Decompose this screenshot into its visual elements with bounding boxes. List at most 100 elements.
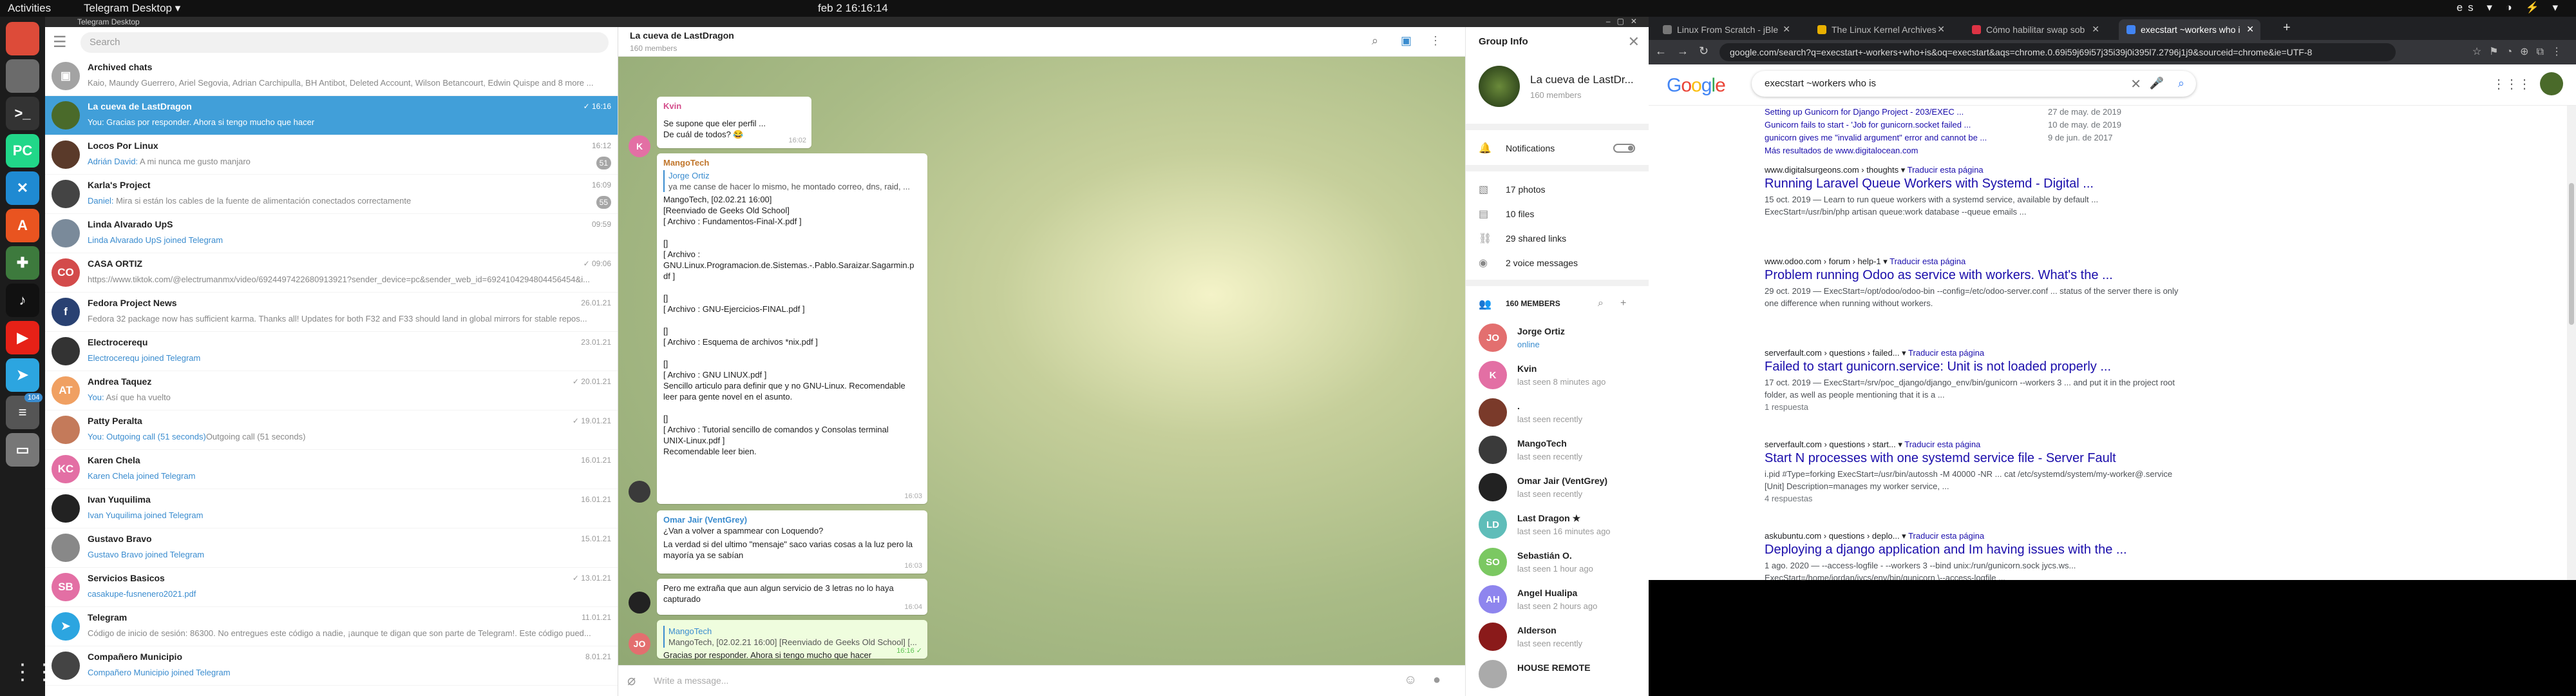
chat-item[interactable]: Compañero Municipio 8.01.21 Compañero Muni… [45, 646, 618, 686]
browser-tab[interactable]: Cómo habilitar swap sob ✕ [1964, 19, 2106, 40]
search-input[interactable]: Search [80, 32, 609, 53]
navigation-buttons[interactable]: ←→↻ [1655, 44, 1719, 58]
hamburger-menu-icon[interactable]: ☰ [53, 33, 67, 52]
member-item[interactable]: . last seen recently [1466, 393, 1649, 430]
message-bubble[interactable]: Pero me extraña que aun algun servicio d… [657, 579, 927, 615]
chat-item[interactable]: ➤ Telegram 11.01.21 Código de inicio de ses… [45, 607, 618, 646]
translate-link[interactable]: Traducir esta página [1908, 531, 1984, 541]
app-menu[interactable]: Telegram Desktop ▾ [84, 2, 180, 15]
browser-tab[interactable]: Linux From Scratch - jBle ✕ [1655, 19, 1797, 40]
avatar[interactable]: JO [629, 633, 650, 655]
address-bar[interactable]: google.com/search?q=execstart+-workers+w… [1719, 43, 2396, 61]
result-url[interactable]: www.digitalsurgeons.com › thoughts ▾ Tra… [1765, 165, 2183, 175]
member-item[interactable]: MangoTech last seen recently [1466, 430, 1649, 468]
message-bubble[interactable]: Kvin Se supone que eler perfil ... De cu… [657, 97, 811, 148]
info-panel-icon[interactable]: ▣ [1401, 34, 1412, 48]
search-icon[interactable]: ⌕ [2178, 77, 2184, 90]
chat-item[interactable]: Gustavo Bravo 15.01.21 Gustavo Bravo joine… [45, 528, 618, 568]
member-item[interactable]: JO Jorge Ortiz online [1466, 318, 1649, 356]
youtube-icon[interactable]: ▶ [6, 321, 39, 354]
search-icon[interactable]: ⌕ [1372, 34, 1378, 48]
result-url[interactable]: www.odoo.com › forum › help-1 ▾ Traducir… [1765, 256, 2183, 267]
terminal-icon[interactable]: >_ [6, 97, 39, 130]
outgoing-message-bubble[interactable]: MangoTech MangoTech, [02.02.21 16:00] [R… [657, 620, 927, 660]
avatar[interactable] [629, 592, 650, 614]
clock[interactable]: feb 2 16:16:14 [818, 2, 888, 15]
tiktok-icon[interactable]: ♪ [6, 284, 39, 317]
files-row[interactable]: ▤ 10 files [1466, 202, 1649, 226]
activities-button[interactable]: Activities [8, 2, 51, 15]
result-title[interactable]: Failed to start gunicorn.service: Unit i… [1765, 360, 2183, 374]
group-avatar[interactable] [1479, 66, 1520, 107]
notifications-row[interactable]: 🔔 Notifications [1466, 137, 1649, 160]
sitelink[interactable]: Setting up Gunicorn for Django Project -… [1765, 106, 2183, 119]
microphone-icon[interactable]: ● [1433, 673, 1441, 688]
chrome-icon[interactable] [6, 22, 39, 55]
chat-item[interactable]: f Fedora Project News 26.01.21 Fedora 32 pa… [45, 293, 618, 332]
result-answers[interactable]: 1 respuesta [1765, 402, 2183, 412]
chat-item[interactable]: La cueva de LastDragon ✓ 16:16 You: Gracia… [45, 96, 618, 135]
sitelink[interactable]: Gunicorn fails to start - 'Job for gunic… [1765, 119, 2183, 131]
message-bubble[interactable]: Omar Jair (VentGrey) ¿Van a volver a spa… [657, 510, 927, 574]
member-item[interactable]: HOUSE REMOTE [1466, 655, 1649, 692]
member-item[interactable]: AH Angel Hualipa last seen 2 hours ago [1466, 580, 1649, 617]
chat-item[interactable]: SB Servicios Basicos ✓ 13.01.21 casakupe-fu… [45, 568, 618, 607]
more-icon[interactable]: ⋮ [1430, 34, 1441, 48]
google-search-box[interactable]: execstart ~workers who is ✕ 🎤 ⌕ [1752, 71, 2196, 97]
links-row[interactable]: ⛓ 29 shared links [1466, 227, 1649, 250]
pycharm-icon[interactable]: PC [6, 134, 39, 168]
chat-item[interactable]: AT Andrea Taquez ✓ 20.01.21 You: Así que ha… [45, 371, 618, 411]
google-logo[interactable]: Google [1667, 75, 1726, 97]
notifications-toggle[interactable] [1613, 144, 1635, 153]
scrollbar-thumb[interactable] [2569, 183, 2574, 325]
result-url[interactable]: serverfault.com › questions › failed... … [1765, 348, 2183, 358]
avatar[interactable] [2540, 72, 2563, 95]
translate-link[interactable]: Traducir esta página [1889, 256, 1965, 266]
chat-item[interactable]: CO CASA ORTIZ ✓ 09:06 https://www.tiktok.co… [45, 253, 618, 293]
avatar[interactable]: K [629, 135, 650, 157]
message-bubble[interactable]: MangoTech Jorge Ortiz ya me canse de hac… [657, 153, 927, 504]
close-icon[interactable]: ✕ [1628, 34, 1640, 50]
chat-item[interactable]: Patty Peralta ✓ 19.01.21 You: Outgoing cal… [45, 411, 618, 450]
chat-item[interactable]: Electrocerequ 23.01.21 Electrocerequ joine… [45, 332, 618, 371]
android-studio-icon[interactable]: ✚ [6, 246, 39, 280]
files-icon[interactable] [6, 59, 39, 93]
new-tab-button[interactable]: + [2283, 21, 2291, 35]
translate-link[interactable]: Traducir esta página [1908, 348, 1984, 358]
chat-item[interactable]: KC Karen Chela 16.01.21 Karen Chela joined … [45, 450, 618, 489]
emoji-icon[interactable]: ☺ [1404, 673, 1417, 688]
attach-icon[interactable]: ⌀ [627, 672, 636, 689]
extensions-icons[interactable]: ☆⚑◔⊕⧉⋮ [2472, 45, 2570, 58]
search-query[interactable]: execstart ~workers who is [1765, 78, 1876, 89]
result-title[interactable]: Running Laravel Queue Workers with Syste… [1765, 177, 2183, 191]
member-item[interactable]: K Kvin last seen 8 minutes ago [1466, 356, 1649, 393]
translate-link[interactable]: Traducir esta página [1908, 165, 1984, 175]
close-tab-icon[interactable]: ✕ [1783, 24, 1790, 35]
search-icon[interactable]: ⌕ [1598, 298, 1604, 309]
member-item[interactable]: Omar Jair (VentGrey) last seen recently [1466, 468, 1649, 505]
close-tab-icon[interactable]: ✕ [1937, 24, 1945, 35]
chat-item[interactable]: Linda Alvarado UpS 09:59 Linda Alvarado Up… [45, 214, 618, 253]
result-url[interactable]: askubuntu.com › questions › deplo... ▾ T… [1765, 531, 2183, 541]
close-tab-icon[interactable]: ✕ [2246, 24, 2254, 35]
voice-row[interactable]: ◉ 2 voice messages [1466, 251, 1649, 275]
result-url[interactable]: serverfault.com › questions › start... ▾… [1765, 440, 2183, 450]
chat-title[interactable]: La cueva de LastDragon [630, 30, 734, 41]
apps-grid-icon[interactable]: ⋮⋮⋮ [2492, 76, 2531, 92]
member-item[interactable]: SO Sebastián O. last seen 1 hour ago [1466, 543, 1649, 580]
clear-icon[interactable]: ✕ [2130, 76, 2141, 92]
window-controls[interactable]: –▢✕ [1606, 17, 1643, 26]
voice-search-icon[interactable]: 🎤 [2150, 77, 2164, 90]
result-title[interactable]: Problem running Odoo as service with wor… [1765, 268, 2183, 283]
drive-icon[interactable]: ▭ [6, 433, 39, 467]
result-title[interactable]: Deploying a django application and Im ha… [1765, 543, 2183, 557]
chat-item[interactable]: Karla's Project 16:09 Daniel: Mira si está… [45, 175, 618, 214]
avatar[interactable] [629, 481, 650, 503]
system-tray[interactable]: es ▾ ◑ ⚡ ▾ [2457, 1, 2563, 14]
browser-tab[interactable]: execstart ~workers who i ✕ [2119, 19, 2260, 40]
chat-item[interactable]: ▣ Archived chats Kaio, Maundy Guerrero, Ar… [45, 57, 618, 96]
sitelink[interactable]: Más resultados de www.digitalocean.com [1765, 144, 2183, 157]
scrollbar[interactable] [2567, 106, 2576, 580]
add-member-icon[interactable]: + [1620, 298, 1626, 309]
photos-row[interactable]: ▧ 17 photos [1466, 178, 1649, 201]
